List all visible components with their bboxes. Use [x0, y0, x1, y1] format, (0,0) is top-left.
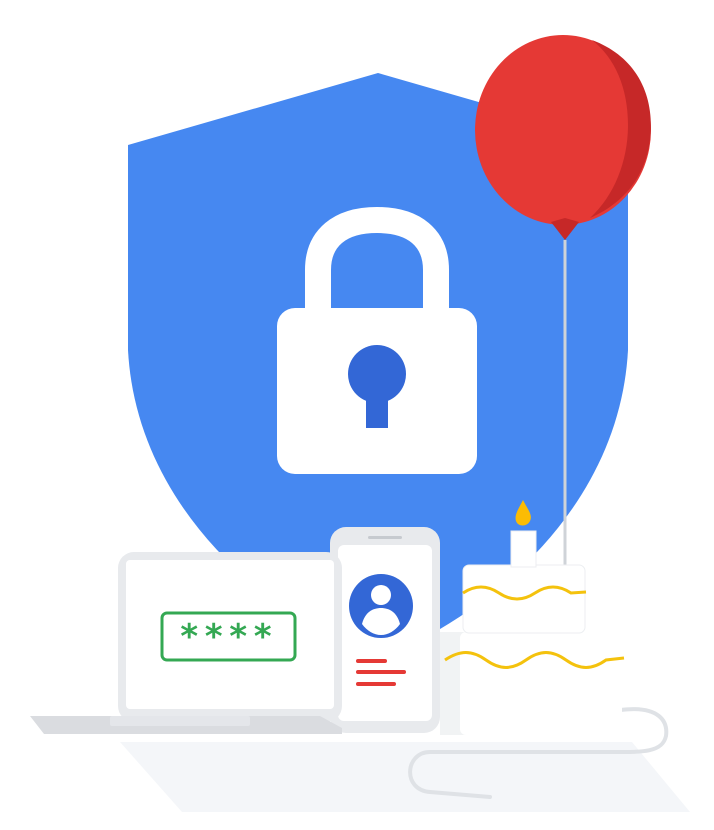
account-security-illustration: ****: [30, 35, 690, 812]
laptop-device: ****: [30, 552, 342, 734]
password-field-text: ****: [179, 617, 277, 657]
password-field: ****: [160, 611, 297, 662]
